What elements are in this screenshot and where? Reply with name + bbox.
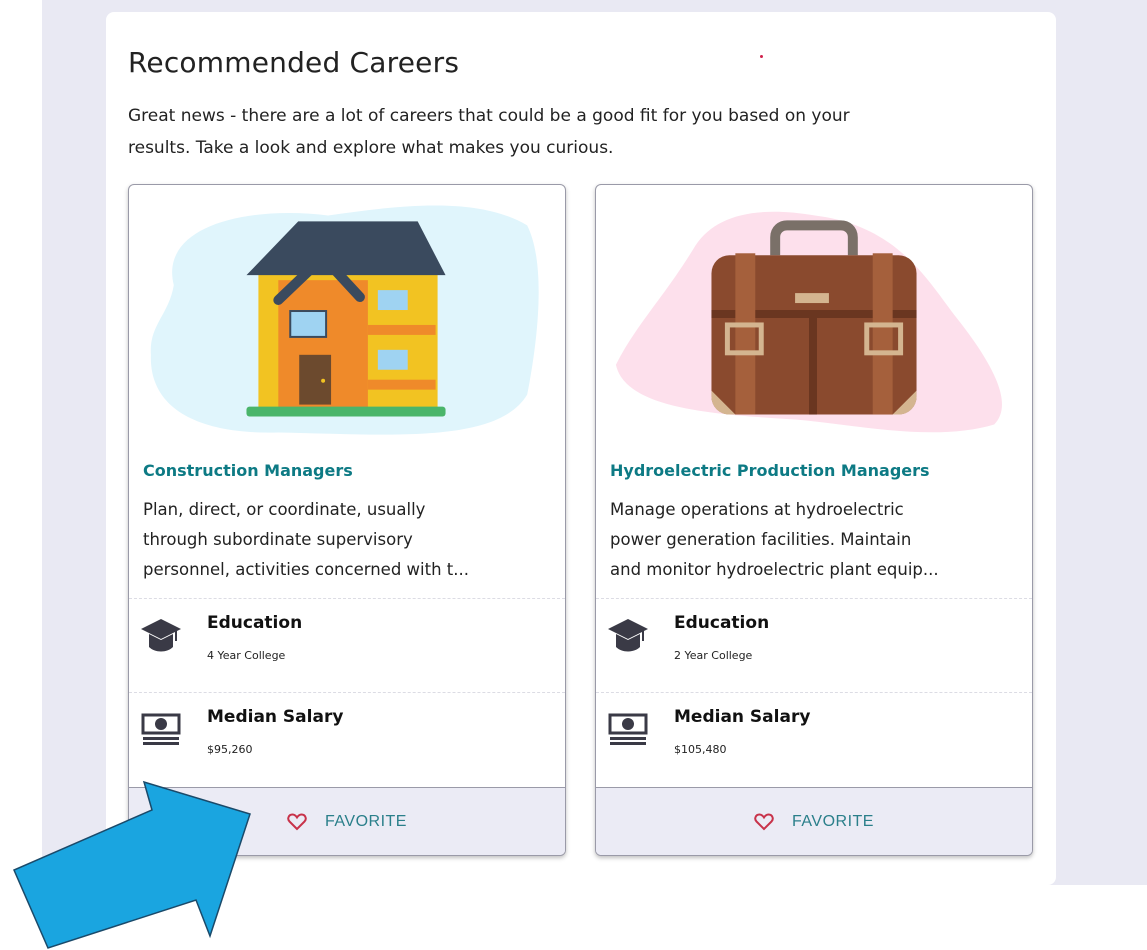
- desc-line: personnel, activities concerned with t..…: [143, 560, 469, 579]
- education-label: Education: [207, 613, 303, 633]
- divider: [129, 598, 565, 599]
- desc-line: Plan, direct, or coordinate, usually: [143, 500, 426, 519]
- education-label: Education: [674, 613, 770, 633]
- salary-label: Median Salary: [674, 707, 811, 727]
- section-title: Recommended Careers: [128, 46, 460, 79]
- intro-line-2: results. Take a look and explore what ma…: [128, 138, 614, 158]
- graduation-cap-icon: [141, 619, 181, 652]
- career-card[interactable]: Hydroelectric Production Managers Manage…: [595, 184, 1033, 856]
- intro-line-1: Great news - there are a lot of careers …: [128, 106, 850, 126]
- salary-value: $95,260: [207, 743, 253, 756]
- section-intro: Great news - there are a lot of careers …: [128, 100, 998, 164]
- heart-icon: [287, 812, 307, 830]
- divider: [129, 692, 565, 693]
- career-description: Manage operations at hydroelectric power…: [610, 495, 1020, 585]
- salary-value: $105,480: [674, 743, 727, 756]
- desc-line: Manage operations at hydroelectric: [610, 500, 904, 519]
- divider: [596, 692, 1032, 693]
- money-icon: [608, 713, 648, 745]
- career-card[interactable]: Construction Managers Plan, direct, or c…: [128, 184, 566, 856]
- money-icon: [141, 713, 181, 745]
- house-icon: [150, 205, 539, 435]
- career-title[interactable]: Construction Managers: [143, 461, 353, 480]
- desc-line: through subordinate supervisory: [143, 530, 413, 549]
- stray-dot: [760, 55, 763, 58]
- divider: [596, 598, 1032, 599]
- desc-line: and monitor hydroelectric plant equip...: [610, 560, 939, 579]
- heart-icon: [754, 812, 774, 830]
- favorite-label: FAVORITE: [325, 812, 407, 830]
- education-value: 4 Year College: [207, 649, 286, 662]
- favorite-label: FAVORITE: [792, 812, 874, 830]
- favorite-button[interactable]: FAVORITE: [596, 787, 1032, 855]
- education-value: 2 Year College: [674, 649, 753, 662]
- graduation-cap-icon: [608, 619, 648, 652]
- desc-line: power generation facilities. Maintain: [610, 530, 912, 549]
- career-description: Plan, direct, or coordinate, usually thr…: [143, 495, 553, 585]
- salary-label: Median Salary: [207, 707, 344, 727]
- pointer-arrow-icon: [13, 780, 251, 949]
- briefcase-icon: [615, 211, 1002, 433]
- career-title[interactable]: Hydroelectric Production Managers: [610, 461, 930, 480]
